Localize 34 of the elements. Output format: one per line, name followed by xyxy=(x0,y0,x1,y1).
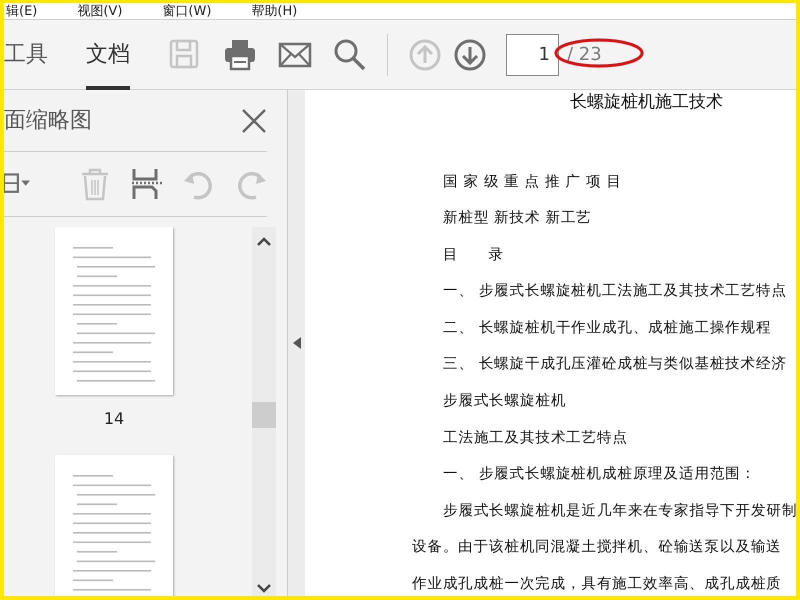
document-text: 新桩型 新技术 新工艺 xyxy=(443,208,593,228)
page-thumbnail[interactable] xyxy=(55,455,173,596)
scroll-thumb[interactable] xyxy=(252,402,276,428)
document-title: 长螺旋桩机施工技术 xyxy=(570,91,723,114)
document-text: 国 家 级 重 点 推 广 项 目 xyxy=(443,172,623,192)
document-text: 步履式长螺旋桩机是近几年来在专家指导下开发研制 xyxy=(443,502,796,521)
page-thumbnail[interactable] xyxy=(55,227,173,395)
document-text: 一、 步履式长螺旋桩机工法施工及其技术工艺特点 xyxy=(443,282,788,302)
document-text: 工法施工及其技术工艺特点 xyxy=(443,428,629,448)
printer-icon[interactable] xyxy=(223,38,257,72)
down-arrow-icon[interactable] xyxy=(453,38,487,72)
document-text: 三、 长螺旋干成孔压灌砼成桩与类似基桩技术经济 xyxy=(443,354,788,374)
menu-item[interactable]: 视图(V) xyxy=(77,3,122,19)
extract-pages-icon[interactable] xyxy=(130,167,164,201)
document-text: 一、 步履式长螺旋桩机成桩原理及适用范围： xyxy=(443,464,758,484)
menu-item[interactable]: 帮助(H) xyxy=(251,3,298,19)
scrollbar[interactable] xyxy=(252,227,276,596)
close-icon[interactable] xyxy=(241,108,267,134)
document-text: 设备。由于该桩机同混凝土搅拌机、砼输送泵以及输送 xyxy=(412,538,783,558)
panel-title: 面缩略图 xyxy=(4,107,92,135)
page-number-field[interactable]: 1 xyxy=(506,34,559,76)
tab[interactable]: 工具 xyxy=(4,20,48,90)
document-text: 步履式长螺旋桩机 xyxy=(443,392,568,412)
document-text: 作业成孔成桩一次完成，具有施工效率高、成孔成桩质 xyxy=(412,574,783,594)
page-count: / 23 xyxy=(567,43,602,67)
menu-item[interactable]: 辑(E) xyxy=(6,3,38,19)
scroll-down-icon[interactable] xyxy=(257,584,271,594)
search-icon[interactable] xyxy=(333,38,367,72)
menu-item[interactable]: 窗口(W) xyxy=(162,3,212,19)
document-text: 目 录 xyxy=(443,246,505,265)
document-text: 二、 长螺旋桩机干作业成孔、成桩施工操作规程 xyxy=(443,318,772,338)
page-number-label: 14 xyxy=(102,408,126,430)
scroll-up-icon[interactable] xyxy=(257,236,271,246)
collapse-arrow-icon[interactable] xyxy=(292,337,300,349)
